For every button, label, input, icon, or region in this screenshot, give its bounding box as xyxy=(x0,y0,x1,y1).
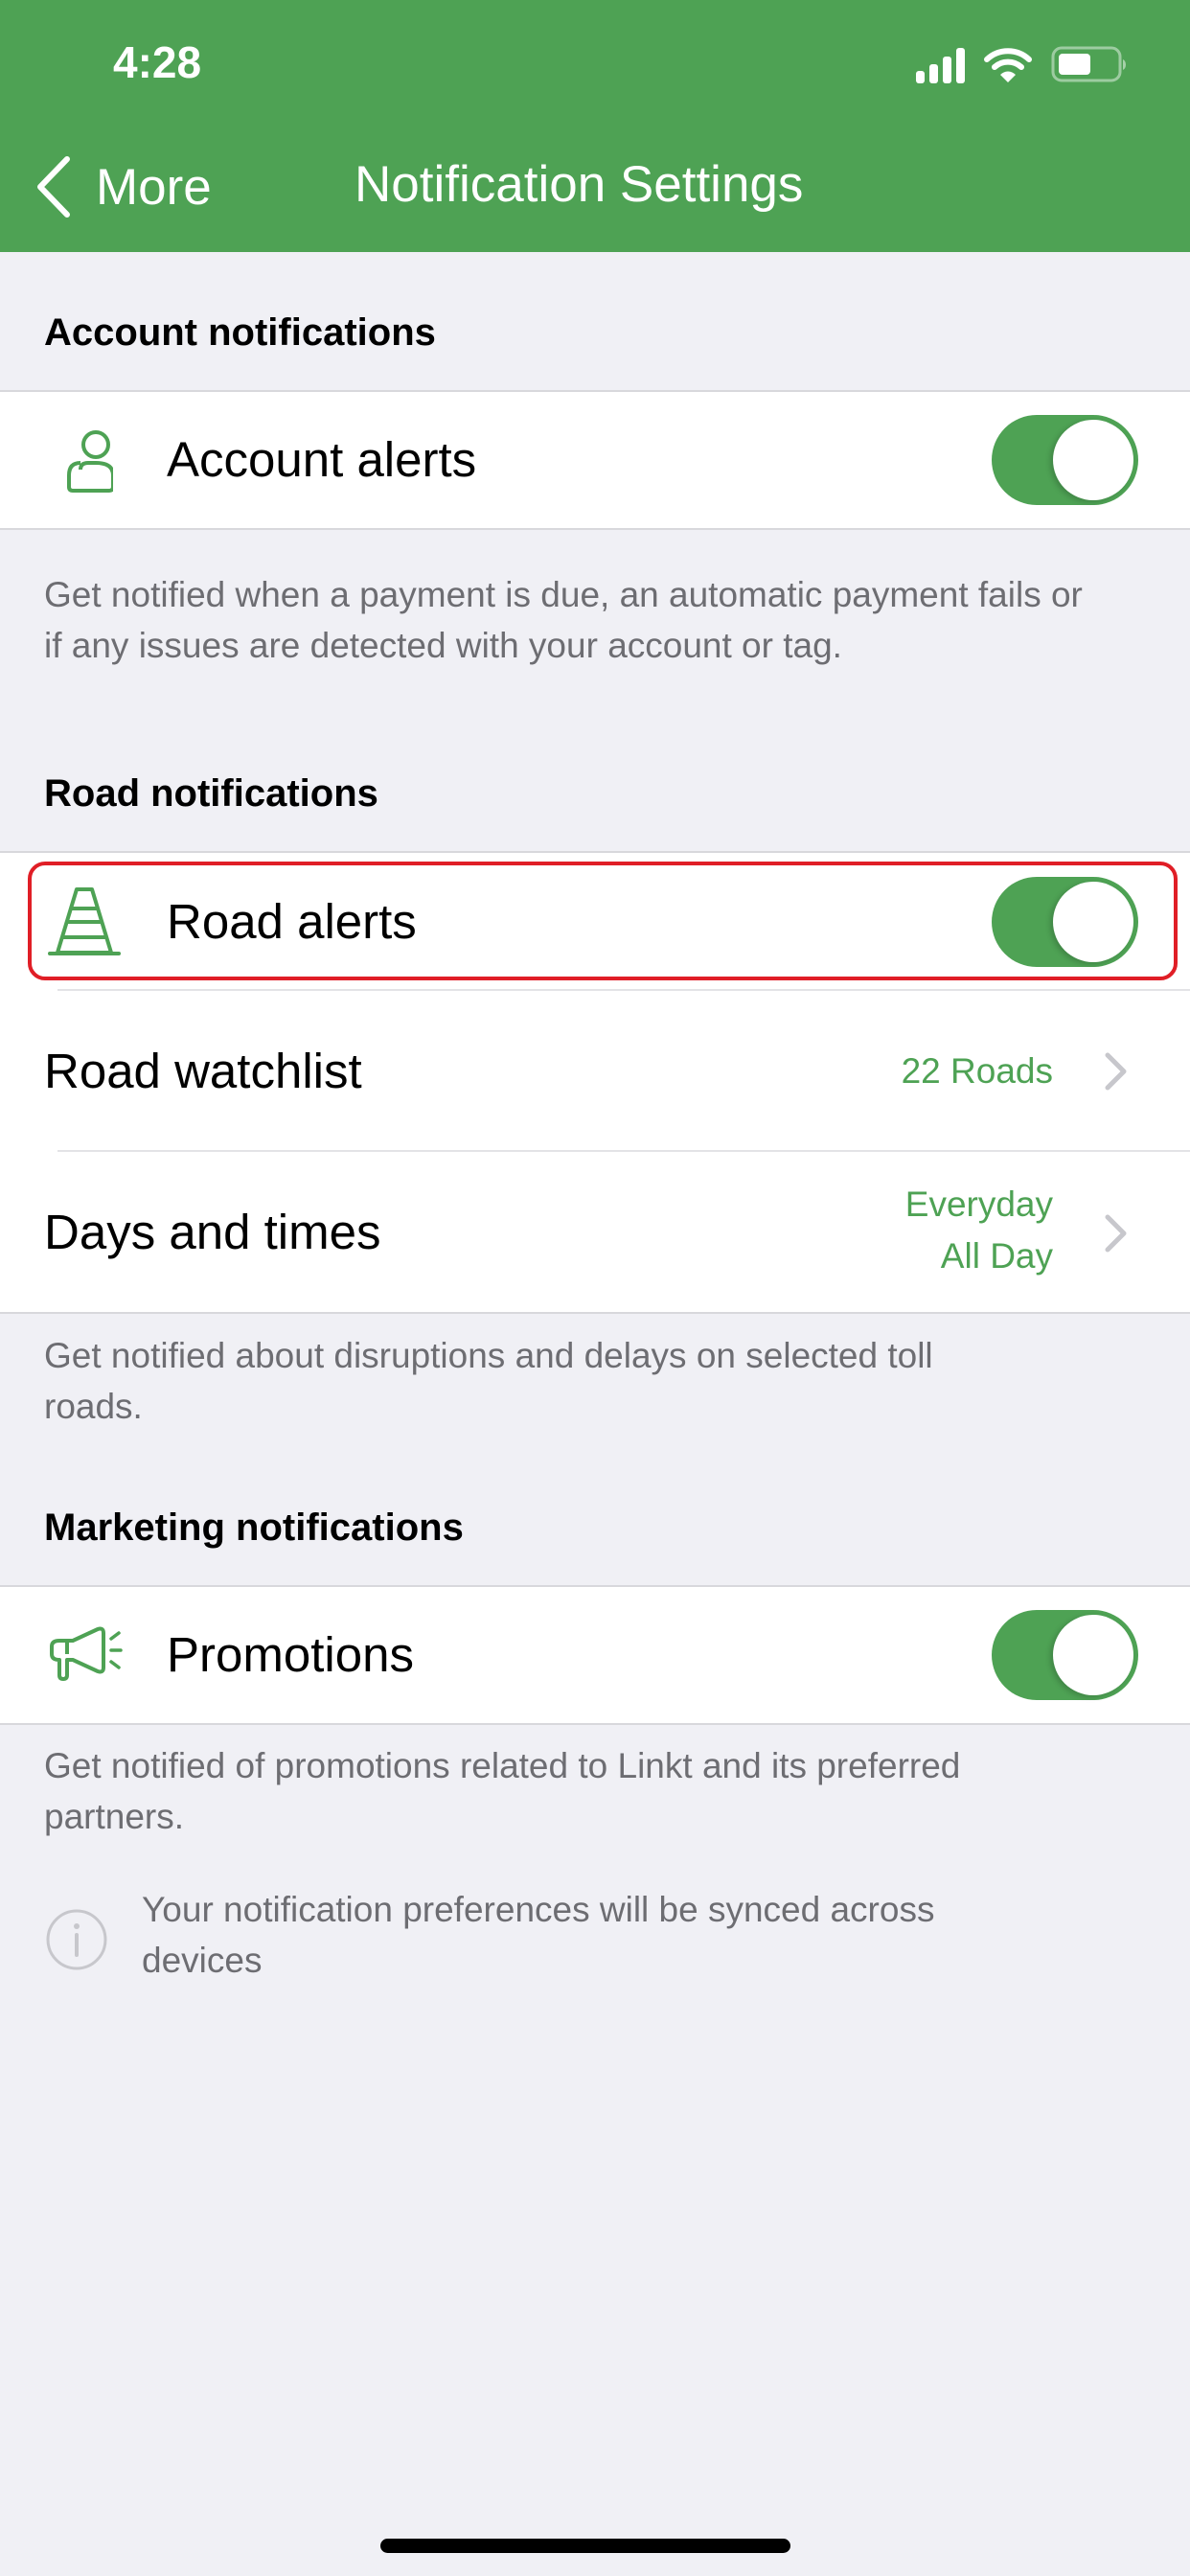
status-time: 4:28 xyxy=(113,37,202,87)
back-button[interactable]: More xyxy=(33,153,212,220)
promotions-toggle[interactable] xyxy=(992,1610,1138,1700)
sync-info-text: Your notification preferences will be sy… xyxy=(142,1890,935,1980)
section-heading-marketing: Marketing notifications xyxy=(44,1506,464,1549)
road-group: Road alerts Road watchlist 22 Roads Days… xyxy=(0,851,1190,1314)
marketing-group: Promotions xyxy=(0,1585,1190,1725)
road-watchlist-row[interactable]: Road watchlist 22 Roads xyxy=(0,991,1190,1152)
road-watchlist-value: 22 Roads xyxy=(901,1051,1053,1091)
times-value: All Day xyxy=(940,1236,1053,1276)
promotions-row: Promotions xyxy=(0,1587,1190,1723)
page-title: Notification Settings xyxy=(355,156,804,213)
chevron-right-icon xyxy=(1105,1214,1127,1253)
home-indicator[interactable] xyxy=(380,2539,790,2553)
account-alerts-label: Account alerts xyxy=(167,432,477,487)
megaphone-icon xyxy=(44,1615,125,1695)
section-heading-account: Account notifications xyxy=(44,311,436,354)
road-description: Get notified about disruptions and delay… xyxy=(44,1336,933,1426)
road-watchlist-label: Road watchlist xyxy=(44,1044,362,1098)
toggle-knob xyxy=(1053,1615,1133,1695)
days-and-times-row[interactable]: Days and times Everyday All Day xyxy=(0,1152,1190,1312)
marketing-description: Get notified of promotions related to Li… xyxy=(44,1746,961,1836)
chevron-left-icon xyxy=(37,156,70,218)
navigation-header: 4:28 More Notification Settings xyxy=(0,0,1190,252)
info-icon xyxy=(46,1909,107,1970)
promotions-label: Promotions xyxy=(167,1627,414,1682)
account-alerts-row: Account alerts xyxy=(0,392,1190,528)
account-description: Get notified when a payment is due, an a… xyxy=(44,575,1083,665)
back-label: More xyxy=(96,158,212,216)
traffic-cone-icon xyxy=(44,882,125,962)
days-value: Everyday xyxy=(904,1184,1053,1224)
toggle-knob xyxy=(1053,420,1133,500)
person-icon xyxy=(44,420,125,500)
account-alerts-toggle[interactable] xyxy=(992,415,1138,505)
days-and-times-value: Everyday All Day xyxy=(905,1179,1053,1282)
battery-icon xyxy=(1051,46,1127,82)
road-alerts-toggle[interactable] xyxy=(992,877,1138,967)
chevron-right-icon xyxy=(1105,1052,1127,1091)
days-and-times-label: Days and times xyxy=(44,1205,381,1259)
section-heading-road: Road notifications xyxy=(44,772,378,815)
toggle-knob xyxy=(1053,882,1133,962)
account-group: Account alerts xyxy=(0,390,1190,530)
road-alerts-row: Road alerts xyxy=(0,853,1190,991)
wifi-icon xyxy=(984,48,1032,82)
road-alerts-label: Road alerts xyxy=(167,894,417,949)
cellular-signal-icon xyxy=(916,48,965,83)
